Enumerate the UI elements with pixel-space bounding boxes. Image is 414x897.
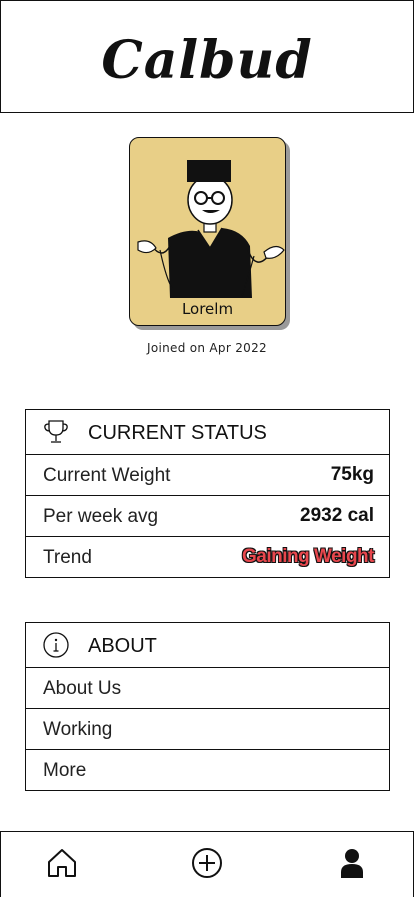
status-value: 75kg [330, 464, 374, 485]
about-item-working[interactable]: Working [26, 709, 389, 750]
status-row-trend: Trend Gaining Weight [26, 537, 389, 577]
about-item-more[interactable]: More [26, 750, 389, 790]
about-title: ABOUT [88, 635, 157, 657]
status-row-per-week-avg: Per week avg 2932 cal [26, 496, 389, 537]
status-value: 2932 cal [300, 505, 374, 526]
trend-value: Gaining Weight [242, 546, 374, 567]
app-logo: Calbud [101, 30, 313, 91]
app-header: Calbud [0, 0, 414, 113]
bottom-navigation [0, 831, 414, 897]
info-icon [43, 632, 69, 658]
profile-name: Lorelm [181, 300, 234, 318]
about-item-label: More [43, 760, 87, 781]
about-item-about-us[interactable]: About Us [26, 668, 389, 709]
status-label: Per week avg [43, 506, 159, 527]
status-label: Current Weight [43, 465, 171, 486]
trophy-icon [44, 420, 68, 443]
about-header: ABOUT [26, 623, 389, 668]
joined-date: Joined on Apr 2022 [147, 341, 267, 355]
current-status-header: CURRENT STATUS [26, 410, 389, 455]
about-item-label: About Us [43, 678, 122, 699]
profile-avatar-card[interactable]: Lorelm [129, 137, 286, 326]
add-circle-icon[interactable] [190, 846, 224, 880]
about-item-label: Working [43, 719, 113, 740]
home-icon[interactable] [45, 846, 79, 880]
user-icon[interactable] [335, 846, 369, 880]
status-row-current-weight: Current Weight 75kg [26, 455, 389, 496]
current-status-title: CURRENT STATUS [88, 422, 267, 444]
avatar-illustration [137, 160, 285, 298]
about-card: ABOUT About Us Working More [25, 622, 390, 791]
status-label: Trend [43, 547, 92, 568]
current-status-card: CURRENT STATUS Current Weight 75kg Per w… [25, 409, 390, 578]
